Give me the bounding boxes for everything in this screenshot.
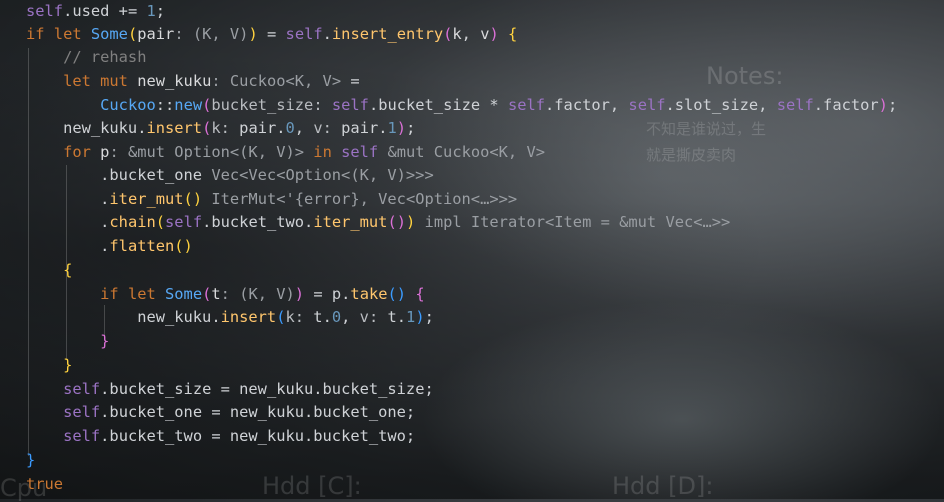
code-line-12[interactable]: { xyxy=(26,259,72,282)
code-line-15[interactable]: } xyxy=(26,330,109,353)
code-line-18[interactable]: self.bucket_one = new_kuku.bucket_one; xyxy=(26,401,415,424)
code-line-2[interactable]: if let Some(pair: (K, V)) = self.insert_… xyxy=(26,23,517,46)
code-line-14[interactable]: new_kuku.insert(k: t.0, v: t.1); xyxy=(26,306,434,329)
code-line-21-return-value[interactable]: true xyxy=(26,473,63,496)
code-line-9[interactable]: .iter_mut() IterMut<'{error}, Vec<Option… xyxy=(26,188,517,211)
code-editor[interactable]: self.used += 1; if let Some(pair: (K, V)… xyxy=(0,0,944,499)
code-line-6[interactable]: new_kuku.insert(k: pair.0, v: pair.1); xyxy=(26,117,415,140)
code-line-10[interactable]: .chain(self.bucket_two.iter_mut()) impl … xyxy=(26,211,730,234)
code-line-7[interactable]: for p: &mut Option<(K, V)> in self &mut … xyxy=(26,141,545,164)
code-line-19[interactable]: self.bucket_two = new_kuku.bucket_two; xyxy=(26,425,415,448)
code-line-3[interactable]: // rehash xyxy=(26,46,146,69)
code-line-16[interactable]: } xyxy=(26,354,72,377)
code-line-11[interactable]: .flatten() xyxy=(26,235,193,258)
code-line-8[interactable]: .bucket_one Vec<Vec<Option<(K, V)>>> xyxy=(26,164,434,187)
code-line-13[interactable]: if let Some(t: (K, V)) = p.take() { xyxy=(26,283,424,306)
code-line-4[interactable]: let mut new_kuku: Cuckoo<K, V> = xyxy=(26,70,360,93)
return-value: true xyxy=(26,475,64,493)
code-line-17[interactable]: self.bucket_size = new_kuku.bucket_size; xyxy=(26,378,434,401)
code-line-20[interactable]: } xyxy=(26,449,35,472)
code-line-5[interactable]: Cuckoo::new(bucket_size: self.bucket_siz… xyxy=(26,94,897,117)
code-line-1[interactable]: self.used += 1; xyxy=(26,0,165,23)
